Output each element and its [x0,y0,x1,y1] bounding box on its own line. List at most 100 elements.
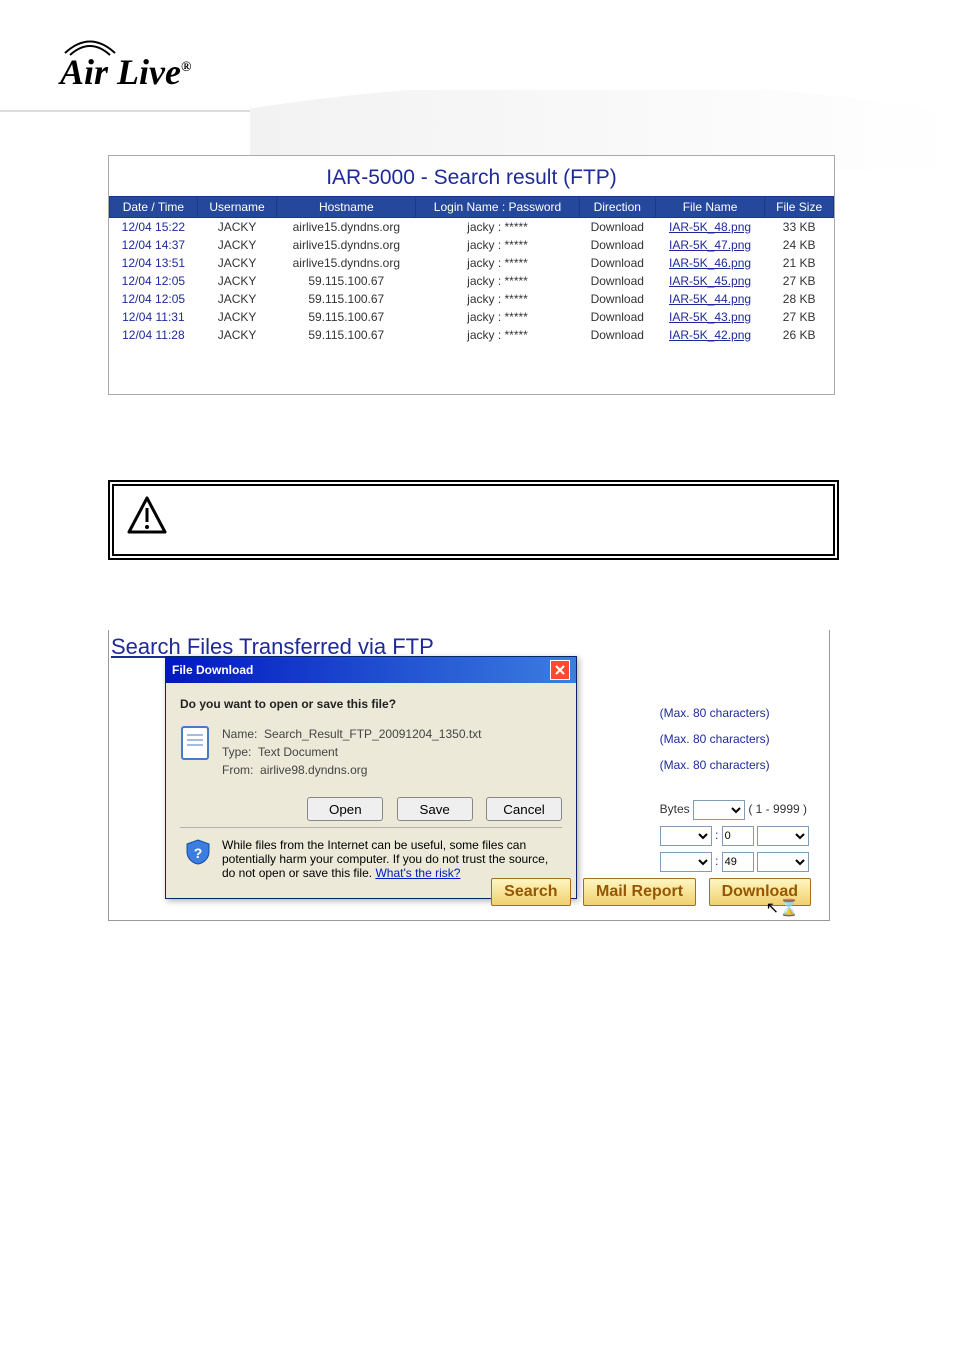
cell-login: jacky : ***** [416,326,579,344]
cell-size: 26 KB [765,326,834,344]
cell-dir: Download [579,254,655,272]
range-hint: ( 1 - 9999 ) [748,802,807,816]
document-icon [180,725,210,761]
warning-icon [126,494,168,546]
cell-date: 12/04 11:31 [110,308,198,326]
hour-select[interactable] [660,826,712,846]
save-button[interactable]: Save [397,797,473,821]
max-chars-1: (Max. 80 characters) [660,700,809,726]
table-header: Hostname [277,197,416,218]
cell-size: 27 KB [765,272,834,290]
shield-icon: ? [184,838,212,866]
search-section: Search Files Transferred via FTP File Do… [108,630,830,921]
cell-size: 27 KB [765,308,834,326]
cell-host: 59.115.100.67 [277,290,416,308]
cell-dir: Download [579,218,655,237]
table-header: File Size [765,197,834,218]
cell-size: 24 KB [765,236,834,254]
table-row: 12/04 12:05JACKY59.115.100.67jacky : ***… [110,272,834,290]
cell-file: IAR-5K_44.png [655,290,764,308]
table-title: IAR-5000 - Search result (FTP) [109,156,834,196]
cell-host: 59.115.100.67 [277,308,416,326]
cell-host: 59.115.100.67 [277,272,416,290]
cell-host: airlive15.dyndns.org [277,218,416,237]
table-row: 12/04 11:28JACKY59.115.100.67jacky : ***… [110,326,834,344]
cell-user: JACKY [197,290,277,308]
table-header: Login Name : Password [416,197,579,218]
cell-login: jacky : ***** [416,218,579,237]
dialog-question: Do you want to open or save this file? [180,697,562,711]
cell-file: IAR-5K_48.png [655,218,764,237]
brand-logo: Air Live® [60,35,191,93]
ampm-select-1[interactable] [757,826,809,846]
cell-size: 33 KB [765,218,834,237]
file-link[interactable]: IAR-5K_46.png [669,256,751,270]
file-link[interactable]: IAR-5K_42.png [669,328,751,342]
cell-date: 12/04 12:05 [110,290,198,308]
cell-dir: Download [579,236,655,254]
search-button[interactable]: Search [491,878,570,906]
ampm-select-2[interactable] [757,852,809,872]
cell-login: jacky : ***** [416,272,579,290]
cell-date: 12/04 12:05 [110,272,198,290]
cell-dir: Download [579,290,655,308]
cell-login: jacky : ***** [416,236,579,254]
cell-dir: Download [579,326,655,344]
ftp-results-panel: IAR-5000 - Search result (FTP) Date / Ti… [108,155,835,395]
table-row: 12/04 14:37JACKYairlive15.dyndns.orgjack… [110,236,834,254]
file-link[interactable]: IAR-5K_43.png [669,310,751,324]
cell-host: airlive15.dyndns.org [277,254,416,272]
cell-user: JACKY [197,326,277,344]
notice-box [108,480,839,560]
cell-date: 12/04 11:28 [110,326,198,344]
max-chars-2: (Max. 80 characters) [660,726,809,752]
file-download-dialog: File Download Do you want to open or sav… [165,656,577,899]
bytes-select[interactable] [693,800,745,820]
table-row: 12/04 12:05JACKY59.115.100.67jacky : ***… [110,290,834,308]
svg-text:?: ? [194,845,203,861]
file-link[interactable]: IAR-5K_47.png [669,238,751,252]
cursor-icon: ↖⌛ [766,898,799,918]
ftp-results-table: Date / TimeUsernameHostnameLogin Name : … [109,196,834,344]
hour-select-2[interactable] [660,852,712,872]
cell-size: 28 KB [765,290,834,308]
close-icon[interactable] [550,660,570,680]
cancel-button[interactable]: Cancel [486,797,562,821]
cell-file: IAR-5K_46.png [655,254,764,272]
cell-date: 12/04 13:51 [110,254,198,272]
table-row: 12/04 11:31JACKY59.115.100.67jacky : ***… [110,308,834,326]
table-row: 12/04 15:22JACKYairlive15.dyndns.orgjack… [110,218,834,237]
cell-size: 21 KB [765,254,834,272]
bytes-label: Bytes [660,802,690,816]
cell-host: 59.115.100.67 [277,326,416,344]
cell-file: IAR-5K_43.png [655,308,764,326]
cell-user: JACKY [197,254,277,272]
cell-login: jacky : ***** [416,254,579,272]
mail-report-button[interactable]: Mail Report [583,878,696,906]
table-header: Username [197,197,277,218]
cell-user: JACKY [197,308,277,326]
cell-date: 12/04 15:22 [110,218,198,237]
cell-dir: Download [579,308,655,326]
file-link[interactable]: IAR-5K_45.png [669,274,751,288]
cell-file: IAR-5K_47.png [655,236,764,254]
cell-host: airlive15.dyndns.org [277,236,416,254]
open-button[interactable]: Open [307,797,383,821]
dialog-warning-text: While files from the Internet can be use… [222,838,558,880]
cell-user: JACKY [197,272,277,290]
whats-the-risk-link[interactable]: What's the risk? [375,866,460,880]
table-row: 12/04 13:51JACKYairlive15.dyndns.orgjack… [110,254,834,272]
table-header: File Name [655,197,764,218]
minute-input-2[interactable] [722,852,754,872]
cell-login: jacky : ***** [416,290,579,308]
max-chars-3: (Max. 80 characters) [660,752,809,778]
table-header: Direction [579,197,655,218]
cell-file: IAR-5K_42.png [655,326,764,344]
minute-input-1[interactable] [722,826,754,846]
cell-login: jacky : ***** [416,308,579,326]
table-header: Date / Time [110,197,198,218]
cell-dir: Download [579,272,655,290]
cell-date: 12/04 14:37 [110,236,198,254]
file-link[interactable]: IAR-5K_48.png [669,220,751,234]
file-link[interactable]: IAR-5K_44.png [669,292,751,306]
